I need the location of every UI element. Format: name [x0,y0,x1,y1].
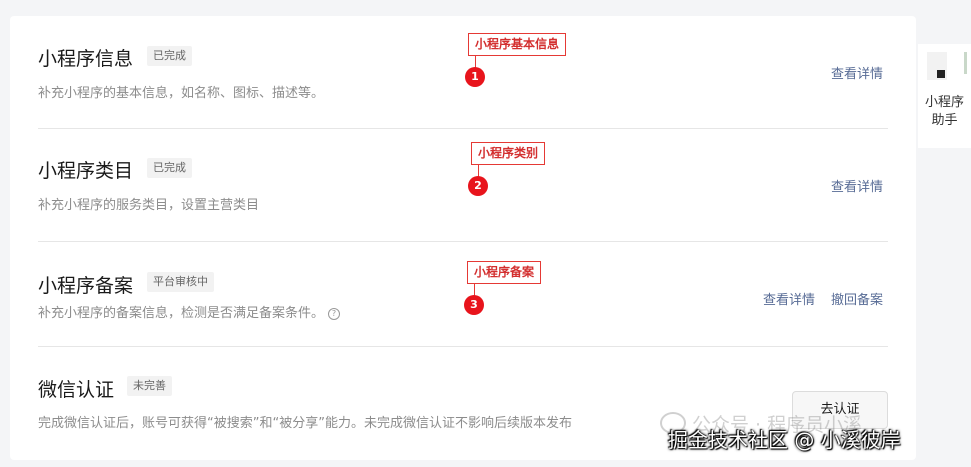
section-title: 小程序类目 [38,160,134,182]
step-marker-1: 1 [465,67,485,87]
scroll-indicator [964,52,967,74]
view-details-link[interactable]: 查看详情 [831,63,883,82]
section-title: 小程序信息 [38,48,134,70]
help-icon[interactable]: ? [328,308,341,320]
step-marker-2: 2 [468,176,488,196]
status-badge: 未完善 [127,376,172,396]
withdraw-filing-link[interactable]: 撤回备案 [831,289,883,308]
assistant-label-line2: 助手 [931,113,958,128]
annotation-callout-2: 小程序类别 [471,142,546,165]
assistant-label: 小程序 助手 [918,94,971,130]
settings-card: 小程序信息 已完成 补充小程序的基本信息，如名称、图标、描述等。 查看详情 小程… [10,16,916,460]
view-details-link[interactable]: 查看详情 [831,176,883,195]
annotation-callout-3: 小程序备案 [467,261,542,284]
section-title: 小程序备案 [38,275,134,297]
divider [38,128,888,129]
section-description: 补充小程序的服务类目，设置主营类目 [38,198,260,213]
view-details-link[interactable]: 查看详情 [763,289,815,308]
description-text: 补充小程序的备案信息，检测是否满足备案条件。 [38,306,325,321]
section-description: 补充小程序的基本信息，如名称、图标、描述等。 [38,86,325,101]
annotation-callout-1: 小程序基本信息 [468,33,567,56]
section-title: 微信认证 [38,379,115,401]
divider [38,241,888,242]
status-badge: 已完成 [147,46,192,66]
assistant-icon [927,52,947,80]
juejin-watermark: 掘金技术社区 @ 小溪彼岸 [668,428,901,452]
step-marker-3: 3 [464,295,484,315]
assistant-label-line1: 小程序 [924,95,964,110]
section-description: 完成微信认证后，账号可获得“被搜索”和“被分享”能力。未完成微信认证不影响后续版… [38,416,572,431]
status-badge: 已完成 [147,158,192,178]
divider [38,346,888,347]
section-description: 补充小程序的备案信息，检测是否满足备案条件。? [38,302,341,321]
status-badge: 平台审核中 [147,272,214,292]
mini-program-assistant[interactable]: 小程序 助手 [918,44,971,148]
